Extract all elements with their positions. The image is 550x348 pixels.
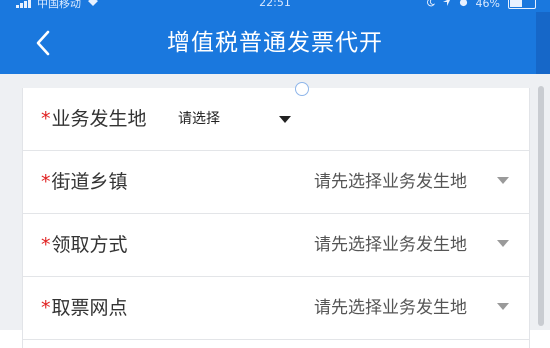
field-label: *业务发生地	[41, 88, 147, 150]
page-body: *业务发生地 请选择 *街道乡镇 请先选择业务发生地 *领取方式 请先选择业务发…	[0, 74, 550, 348]
dropdown-arrow-icon[interactable]	[497, 303, 509, 310]
form-card: *业务发生地 请选择 *街道乡镇 请先选择业务发生地 *领取方式 请先选择业务发…	[22, 82, 530, 348]
field-street-town[interactable]: *街道乡镇 请先选择业务发生地	[23, 151, 529, 214]
street-town-select[interactable]: 请先选择业务发生地	[314, 151, 467, 213]
business-location-select[interactable]: 请选择	[178, 88, 220, 150]
field-label: *领取方式	[41, 214, 128, 276]
scrollbar[interactable]	[538, 86, 544, 326]
required-mark: *	[41, 108, 51, 130]
dropdown-arrow-icon[interactable]	[497, 240, 509, 247]
nav-edge	[536, 12, 550, 74]
alarm-icon	[459, 0, 468, 9]
field-label: *街道乡镇	[41, 151, 128, 213]
nav-bar: 增值税普通发票代开	[0, 12, 550, 74]
status-bar: 中国移动 22:51 46%	[0, 0, 550, 12]
page-title: 增值税普通发票代开	[167, 30, 383, 56]
field-label-text: 街道乡镇	[51, 171, 128, 193]
status-right: 46%	[426, 0, 536, 9]
moon-icon	[426, 0, 435, 9]
location-icon	[442, 0, 451, 9]
required-mark: *	[41, 297, 51, 319]
field-label-text: 业务发生地	[51, 108, 147, 130]
field-label-text: 取票网点	[51, 297, 128, 319]
dropdown-arrow-icon[interactable]	[279, 116, 291, 123]
field-business-location[interactable]: *业务发生地 请选择	[23, 88, 529, 151]
battery-fill	[510, 0, 522, 7]
dropdown-arrow-icon[interactable]	[497, 177, 509, 184]
pickup-method-select[interactable]: 请先选择业务发生地	[314, 214, 467, 276]
required-mark: *	[41, 234, 51, 256]
required-mark: *	[41, 171, 51, 193]
field-pickup-method[interactable]: *领取方式 请先选择业务发生地	[23, 214, 529, 277]
battery-percent: 46%	[475, 0, 500, 10]
field-pickup-outlet[interactable]: *取票网点 请先选择业务发生地	[23, 277, 529, 340]
battery-icon	[508, 0, 536, 9]
field-label-text: 领取方式	[51, 234, 128, 256]
